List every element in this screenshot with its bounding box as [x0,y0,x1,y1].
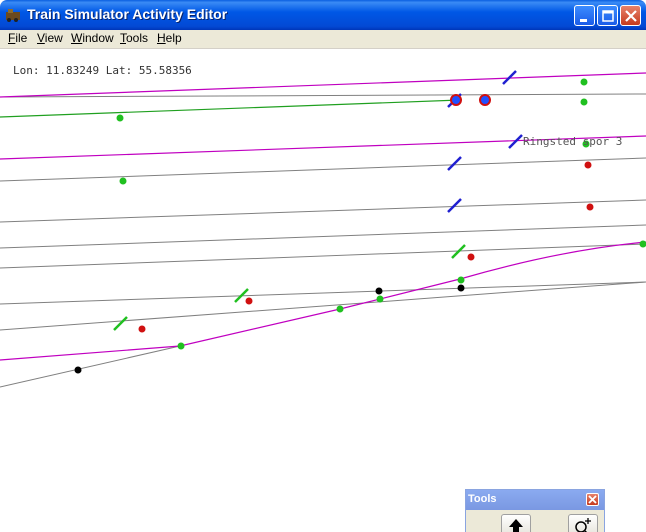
red-nodes[interactable] [138,161,594,333]
tool-zoom-in-button[interactable] [568,514,598,532]
maximize-icon [602,10,614,22]
tools-close-button[interactable] [586,493,599,506]
start-markers[interactable] [450,94,491,106]
green-nodes[interactable] [116,78,646,350]
track-label: Ringsted spor 3 [523,135,623,148]
maximize-button[interactable] [597,5,618,26]
close-icon [625,10,637,22]
route-map-canvas[interactable] [0,49,646,532]
path-lines [0,72,646,361]
zoom-in-icon [575,518,591,532]
close-button[interactable] [620,5,641,26]
menu-tools[interactable]: Tools [120,31,148,45]
minimize-button[interactable] [574,5,595,26]
menu-bar: File View Window Tools Help [0,30,646,49]
app-train-icon [6,9,20,22]
menu-window[interactable]: Window [71,31,114,45]
menu-file[interactable]: File [8,31,27,45]
tools-panel-titlebar[interactable]: Tools [466,490,604,510]
coordinate-readout: Lon: 11.83249 Lat: 55.58356 [13,64,192,77]
minimize-icon [580,19,587,22]
tools-panel-title: Tools [468,493,497,505]
close-icon [588,495,597,504]
player-path-line [0,99,461,118]
menu-view[interactable]: View [37,31,63,45]
black-nodes[interactable] [74,284,465,374]
tool-select-button[interactable] [501,514,531,532]
tools-panel: Tools [465,489,605,532]
up-arrow-icon [509,519,523,532]
menu-help[interactable]: Help [157,31,182,45]
title-bar: Train Simulator Activity Editor [0,0,646,30]
window-title: Train Simulator Activity Editor [27,6,228,22]
